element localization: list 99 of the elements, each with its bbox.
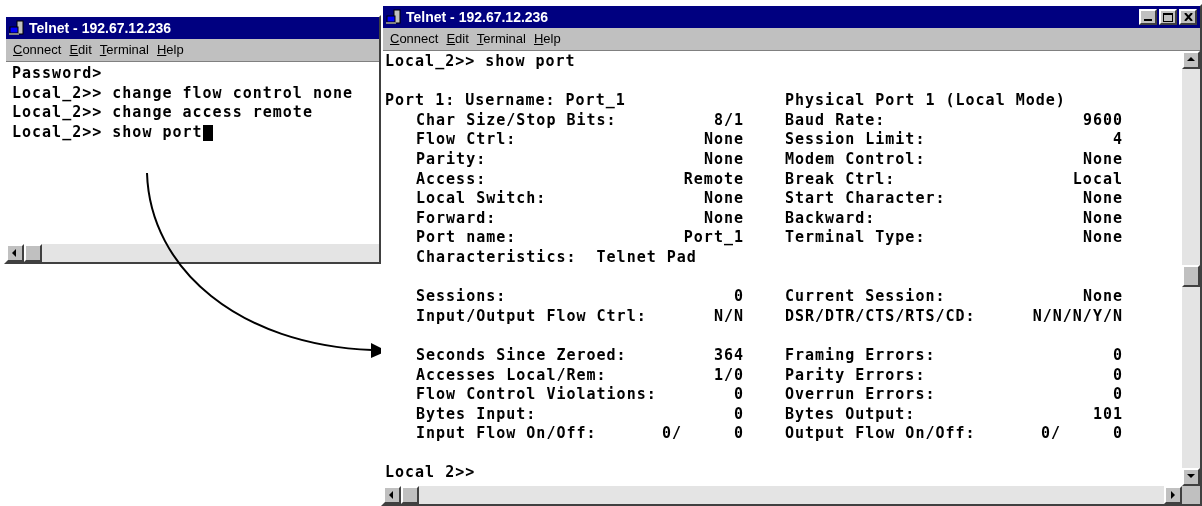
scroll-down-button[interactable] bbox=[1182, 468, 1200, 486]
menu-item[interactable]: Terminal bbox=[473, 29, 529, 49]
field-label: Flow Ctrl: bbox=[416, 130, 517, 150]
field-label: Start Character: bbox=[785, 189, 946, 209]
field-label: Framing Errors: bbox=[785, 345, 936, 366]
menu-item[interactable]: Edit bbox=[66, 40, 95, 60]
minimize-icon bbox=[1144, 19, 1152, 21]
field-label: Forward: bbox=[416, 208, 497, 229]
close-icon bbox=[1183, 13, 1193, 21]
field-value: N/N bbox=[713, 306, 744, 327]
maximize-button[interactable] bbox=[1159, 9, 1177, 25]
scroll-left-button[interactable] bbox=[383, 486, 401, 504]
field-value: 0 bbox=[1112, 345, 1123, 366]
computer-icon bbox=[9, 20, 25, 36]
field-value: None bbox=[1082, 287, 1123, 307]
scrollbar-thumb[interactable] bbox=[1182, 265, 1200, 287]
field-value: Remote bbox=[683, 169, 744, 190]
field-value: None bbox=[1082, 208, 1123, 229]
field-label: Terminal Type: bbox=[785, 228, 926, 248]
field-value: 0 bbox=[1112, 385, 1123, 405]
field-value: 101 bbox=[1092, 404, 1123, 425]
field-value: None bbox=[1082, 228, 1123, 248]
field-value: None bbox=[703, 149, 744, 170]
field-label: Overrun Errors: bbox=[785, 385, 936, 405]
field-label: Backward: bbox=[785, 208, 876, 229]
field-label: Access: bbox=[416, 169, 487, 190]
field-label: Sessions: bbox=[416, 287, 507, 307]
field-value: 4 bbox=[1112, 130, 1123, 150]
field-value: Local bbox=[1072, 169, 1123, 190]
field-label: Input/Output Flow Ctrl: bbox=[416, 306, 647, 327]
field-value: None bbox=[703, 208, 744, 229]
field-value: 0 bbox=[733, 424, 744, 444]
field-value: N/N/N/Y/N bbox=[1032, 306, 1123, 327]
menu-item[interactable]: Edit bbox=[443, 29, 472, 49]
menu-item[interactable]: Terminal bbox=[96, 40, 152, 60]
field-label: Accesses Local/Rem: bbox=[416, 365, 607, 386]
field-label: Port name: bbox=[416, 228, 517, 248]
field-label: Local Switch: bbox=[416, 189, 547, 209]
field-label: Current Session: bbox=[785, 287, 946, 307]
field-label: Baud Rate: bbox=[785, 110, 886, 131]
terminal-line: Password> bbox=[12, 64, 103, 84]
field-value: None bbox=[1082, 189, 1123, 209]
field-value: 0 bbox=[733, 385, 744, 405]
terminal-line: Physical Port 1 (Local Mode) bbox=[785, 91, 1067, 111]
size-grip[interactable] bbox=[1182, 486, 1200, 504]
terminal-line: Port 1: Username: Port_1 bbox=[385, 91, 627, 111]
terminal-line: Local_2>> change access remote bbox=[12, 103, 313, 123]
field-value: Port_1 bbox=[683, 228, 744, 248]
maximize-icon bbox=[1163, 12, 1173, 22]
field-label: Flow Control Violations: bbox=[416, 385, 657, 405]
field-label: Parity Errors: bbox=[785, 365, 926, 386]
field-value: 364 bbox=[713, 345, 744, 366]
field-value: 0/ bbox=[1040, 424, 1061, 444]
field-value: 0 bbox=[1112, 424, 1123, 444]
field-value: None bbox=[703, 189, 744, 209]
caret-right-icon bbox=[1168, 490, 1178, 500]
terminal-line: Local_2>> show port bbox=[12, 122, 203, 143]
scrollbar-thumb[interactable] bbox=[24, 244, 42, 262]
field-label: Bytes Output: bbox=[785, 404, 916, 425]
window-title: Telnet - 192.67.12.236 bbox=[406, 7, 549, 27]
field-value: 0 bbox=[1112, 365, 1123, 386]
terminal-line: Local_2>> change flow control none bbox=[12, 83, 354, 104]
close-button[interactable] bbox=[1179, 9, 1197, 25]
menu-item[interactable]: Help bbox=[530, 29, 564, 49]
terminal-line: Local_2>> show port bbox=[385, 52, 576, 72]
menu-item[interactable]: Connect bbox=[10, 40, 65, 60]
field-label: Seconds Since Zeroed: bbox=[416, 345, 627, 366]
field-label: Parity: bbox=[416, 149, 487, 170]
field-value: None bbox=[703, 130, 744, 150]
text-cursor bbox=[202, 124, 213, 141]
field-label: Break Ctrl: bbox=[785, 169, 896, 190]
field-value: 0/ bbox=[661, 424, 682, 444]
field-value: None bbox=[1082, 149, 1123, 170]
field-label: DSR/DTR/CTS/RTS/CD: bbox=[785, 306, 976, 327]
field-label: Modem Control: bbox=[785, 149, 926, 170]
menu-item[interactable]: Help bbox=[153, 40, 187, 60]
field-label: Output Flow On/Off: bbox=[785, 424, 976, 444]
computer-icon bbox=[386, 9, 402, 25]
vertical-scrollbar[interactable] bbox=[1182, 51, 1200, 486]
scroll-up-button[interactable] bbox=[1182, 51, 1200, 69]
field-label: Char Size/Stop Bits: bbox=[416, 110, 617, 131]
field-label: Bytes Input: bbox=[416, 404, 537, 425]
field-value: 9600 bbox=[1082, 110, 1123, 131]
scrollbar-thumb[interactable] bbox=[401, 486, 419, 504]
terminal-line: Local 2>> bbox=[385, 463, 476, 484]
scroll-right-button[interactable] bbox=[1164, 486, 1182, 504]
scroll-left-button[interactable] bbox=[6, 244, 24, 262]
field-label: Session Limit: bbox=[785, 130, 926, 150]
horizontal-scrollbar[interactable] bbox=[383, 486, 1200, 504]
field-value: 1/0 bbox=[713, 365, 744, 386]
window-title: Telnet - 192.67.12.236 bbox=[29, 18, 172, 38]
terminal-line: Characteristics: Telnet Pad bbox=[416, 247, 697, 266]
minimize-button[interactable] bbox=[1139, 9, 1157, 25]
field-value: 8/1 bbox=[713, 110, 744, 131]
menu-item[interactable]: Connect bbox=[387, 29, 442, 49]
field-value: 0 bbox=[733, 404, 744, 425]
field-value: 0 bbox=[733, 287, 744, 307]
field-label: Input Flow On/Off: bbox=[416, 424, 597, 444]
horizontal-scrollbar[interactable] bbox=[6, 244, 379, 262]
